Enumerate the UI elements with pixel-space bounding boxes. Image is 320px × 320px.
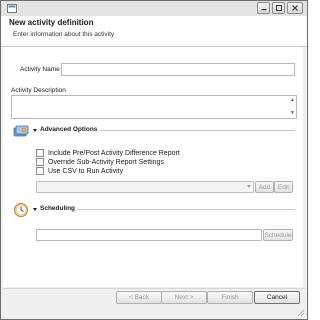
activity-description-label: Activity Description bbox=[11, 87, 66, 94]
minimize-button[interactable] bbox=[257, 2, 270, 14]
window-controls bbox=[255, 2, 303, 14]
chevron-down-icon bbox=[247, 185, 251, 188]
option-label: Include Pre/Post Activity Difference Rep… bbox=[48, 149, 180, 157]
collapse-advanced-icon[interactable] bbox=[33, 129, 37, 132]
override-settings-checkbox[interactable] bbox=[36, 158, 44, 166]
finish-button[interactable]: Finish bbox=[207, 291, 253, 304]
option-row[interactable]: Use CSV to Run Activity bbox=[36, 167, 123, 175]
clock-icon bbox=[14, 203, 28, 217]
use-csv-checkbox[interactable] bbox=[36, 167, 44, 175]
title-bar[interactable] bbox=[1, 1, 307, 16]
scheduling-divider bbox=[77, 209, 295, 210]
option-row[interactable]: Override Sub-Activity Report Settings bbox=[36, 158, 164, 166]
wizard-content: Activity Name : Activity Description ▲ ▼… bbox=[3, 47, 303, 287]
activity-name-label: Activity Name : bbox=[20, 66, 64, 73]
option-label: Override Sub-Activity Report Settings bbox=[48, 158, 164, 166]
scheduling-title[interactable]: Scheduling bbox=[40, 205, 75, 212]
footer-divider bbox=[3, 288, 305, 289]
advanced-divider bbox=[99, 130, 295, 131]
back-button[interactable]: < Back bbox=[116, 291, 162, 304]
maximize-icon bbox=[275, 5, 282, 11]
resize-grip-icon[interactable] bbox=[297, 309, 305, 317]
schedule-button[interactable]: Schedule bbox=[263, 229, 293, 241]
option-label: Use CSV to Run Activity bbox=[48, 167, 124, 175]
csv-file-combo[interactable] bbox=[36, 181, 254, 193]
close-button[interactable] bbox=[287, 2, 303, 14]
page-title: New activity definition bbox=[9, 18, 94, 27]
maximize-button[interactable] bbox=[272, 2, 285, 14]
scroll-down-icon[interactable]: ▼ bbox=[290, 111, 295, 116]
app-icon bbox=[7, 4, 17, 13]
add-button[interactable]: Add bbox=[255, 181, 274, 193]
next-button[interactable]: Next > bbox=[161, 291, 207, 304]
include-report-checkbox[interactable] bbox=[36, 149, 44, 157]
collapse-scheduling-icon[interactable] bbox=[33, 208, 37, 211]
edit-button[interactable]: Edit bbox=[274, 181, 293, 193]
advanced-options-icon bbox=[13, 125, 29, 137]
minimize-icon bbox=[261, 9, 266, 11]
schedule-field[interactable] bbox=[36, 229, 262, 241]
option-row[interactable]: Include Pre/Post Activity Difference Rep… bbox=[36, 149, 180, 157]
wizard-window: New activity definition Enter informatio… bbox=[0, 0, 308, 320]
wizard-header: New activity definition Enter informatio… bbox=[1, 16, 307, 47]
advanced-options-title[interactable]: Advanced Options bbox=[40, 126, 97, 133]
activity-description-input[interactable]: ▲ ▼ bbox=[11, 95, 297, 119]
close-icon bbox=[292, 5, 298, 11]
scroll-up-icon[interactable]: ▲ bbox=[290, 98, 295, 103]
activity-name-input[interactable] bbox=[61, 63, 295, 76]
page-subtitle: Enter information about this activity bbox=[13, 31, 115, 38]
cancel-button[interactable]: Cancel bbox=[254, 291, 300, 304]
